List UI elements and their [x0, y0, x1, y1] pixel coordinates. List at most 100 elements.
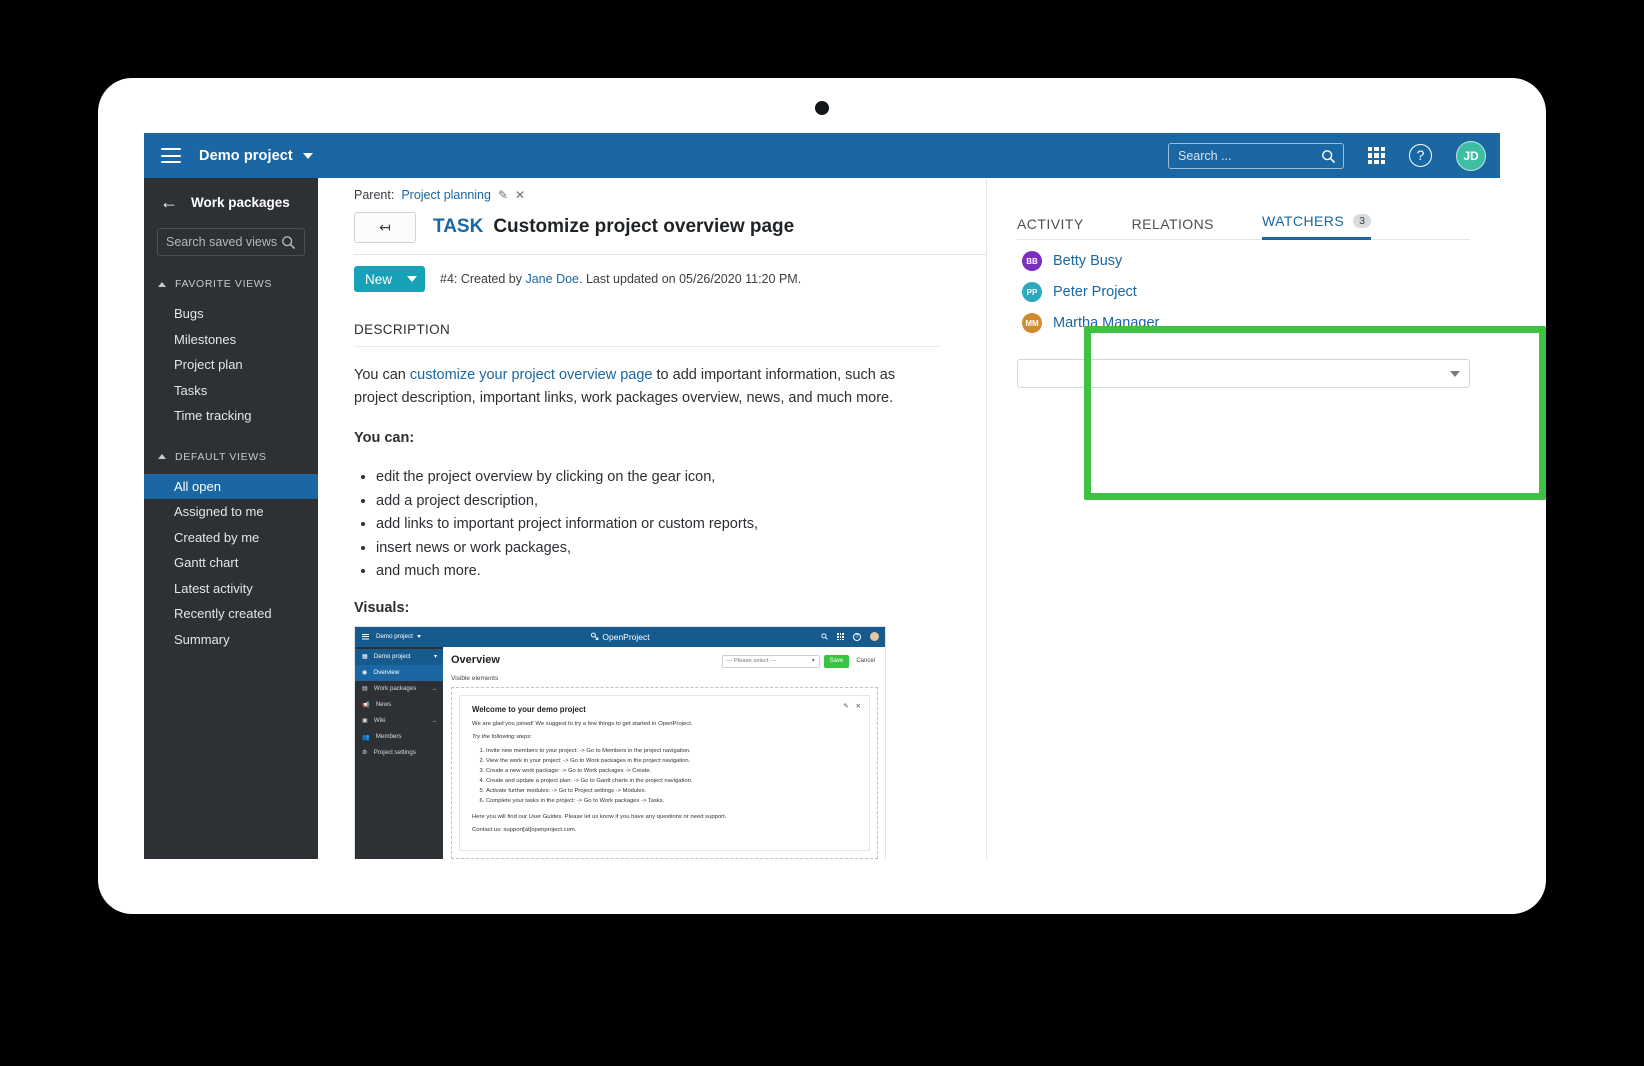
description-bullet-list: edit the project overview by clicking on…: [376, 466, 918, 583]
global-search-input[interactable]: Search ...: [1168, 143, 1344, 169]
embedded-nav-project: ▦ Demo project ▾: [355, 649, 443, 665]
sidebar-item-summary[interactable]: Summary: [144, 627, 318, 653]
sidebar-header: ← Work packages: [144, 178, 318, 226]
status-badge[interactable]: New: [354, 266, 425, 292]
top-bar-actions: Search ... ? JD: [1168, 141, 1500, 171]
tab-bar: ACTIVITY RELATIONS WATCHERS 3 BB Be: [987, 178, 1500, 333]
openproject-logo: OpenProject: [590, 632, 649, 642]
arrow-right-icon: →: [431, 718, 437, 724]
device-camera: [815, 101, 829, 115]
embedded-nav-label: News: [376, 701, 391, 708]
you-can-label: You can:: [354, 427, 918, 450]
sidebar-item-label: Latest activity: [174, 581, 253, 596]
chevron-down-icon: ▾: [434, 653, 437, 660]
embedded-welcome-widget: ✎ ✕ Welcome to your demo project We are …: [459, 695, 870, 851]
customize-overview-link[interactable]: customize your project overview page: [410, 367, 653, 383]
avatar[interactable]: JD: [1456, 141, 1486, 171]
search-saved-views-input[interactable]: Search saved views: [157, 228, 305, 256]
watcher-name[interactable]: Martha Manager: [1053, 315, 1159, 331]
sidebar-item-bugs[interactable]: Bugs: [144, 301, 318, 327]
parent-link[interactable]: Project planning: [401, 188, 491, 202]
embedded-top-bar: Demo project OpenProject: [355, 627, 885, 647]
modules-grid-icon: [837, 633, 844, 640]
embedded-cancel-button: Cancel: [853, 658, 878, 664]
chevron-down-icon: [407, 276, 417, 282]
chevron-down-icon: [1450, 371, 1460, 377]
sidebar-group-favorite-views[interactable]: FAVORITE VIEWS: [144, 267, 318, 301]
tab-relations[interactable]: RELATIONS: [1132, 216, 1214, 240]
sidebar-item-label: Gantt chart: [174, 555, 238, 570]
embedded-nav-project-settings: ⚙ Project settings: [355, 745, 443, 761]
sidebar-item-all-open[interactable]: All open: [144, 474, 318, 500]
sidebar-item-label: Created by me: [174, 530, 259, 545]
embedded-save-button: Save: [824, 655, 850, 668]
wiki-icon: ▣: [362, 717, 368, 724]
work-packages-icon: ▤: [362, 685, 368, 692]
chevron-down-icon: [417, 635, 421, 638]
list-item: Complete your tasks in the project: -> G…: [486, 797, 857, 807]
back-button[interactable]: ↤: [354, 212, 416, 243]
work-package-meta: #4: Created by Jane Doe. Last updated on…: [440, 272, 801, 286]
list-item[interactable]: PP Peter Project: [1017, 271, 1470, 302]
sidebar-item-gantt-chart[interactable]: Gantt chart: [144, 550, 318, 576]
modules-grid-icon[interactable]: [1368, 147, 1385, 164]
sidebar-item-label: Project plan: [174, 357, 243, 372]
avatar: MM: [1022, 313, 1042, 333]
sidebar-item-tasks[interactable]: Tasks: [144, 378, 318, 404]
meta-author-link[interactable]: Jane Doe: [525, 272, 579, 286]
sidebar-group-default-views[interactable]: DEFAULT VIEWS: [144, 440, 318, 474]
sidebar-item-assigned-to-me[interactable]: Assigned to me: [144, 499, 318, 525]
openproject-logo-text: OpenProject: [602, 632, 649, 642]
list-item: edit the project overview by clicking on…: [376, 466, 918, 489]
widget-actions: ✎ ✕: [843, 702, 861, 710]
sidebar-item-project-plan[interactable]: Project plan: [144, 352, 318, 378]
sidebar-item-label: Tasks: [174, 383, 207, 398]
sidebar-group-label: DEFAULT VIEWS: [175, 451, 267, 463]
close-icon[interactable]: ✕: [515, 188, 525, 202]
arrow-right-icon: →: [431, 686, 437, 692]
add-watcher-select[interactable]: [1017, 359, 1470, 388]
embedded-toolbar: --- Please select --- ▾ Save Cancel: [722, 655, 878, 668]
members-icon: 👥: [362, 733, 370, 741]
search-placeholder: Search ...: [1169, 149, 1232, 163]
list-item[interactable]: MM Martha Manager: [1017, 302, 1470, 333]
list-item: View the work in your project: -> Go to …: [486, 757, 857, 767]
embedded-nav-news: 📢 News: [355, 697, 443, 713]
tab-activity[interactable]: ACTIVITY: [1017, 216, 1084, 240]
arrow-left-icon[interactable]: ←: [160, 193, 178, 211]
hamburger-icon[interactable]: [161, 148, 181, 163]
embedded-select-value: --- Please select ---: [727, 658, 776, 664]
sidebar-item-recently-created[interactable]: Recently created: [144, 601, 318, 627]
tab-label: WATCHERS: [1262, 213, 1344, 229]
list-item: Create a new work package: -> Go to Work…: [486, 767, 857, 777]
sidebar-item-created-by-me[interactable]: Created by me: [144, 525, 318, 551]
sidebar-item-milestones[interactable]: Milestones: [144, 327, 318, 353]
meta-suffix: . Last updated on 05/26/2020 11:20 PM.: [579, 272, 801, 286]
chevron-down-icon: ▾: [812, 658, 815, 664]
watcher-name[interactable]: Betty Busy: [1053, 253, 1122, 269]
embedded-main: Overview --- Please select --- ▾ Save Ca…: [443, 647, 885, 859]
embedded-nav-label: Members: [376, 733, 402, 740]
user-avatar-icon: [870, 632, 879, 641]
settings-icon: ⚙: [362, 749, 368, 756]
embedded-sidebar: ▦ Demo project ▾ ◉ Overview ▤ Work packa…: [355, 647, 443, 859]
sidebar-item-latest-activity[interactable]: Latest activity: [144, 576, 318, 602]
tabs: ACTIVITY RELATIONS WATCHERS 3: [1017, 205, 1470, 240]
sidebar-item-time-tracking[interactable]: Time tracking: [144, 403, 318, 429]
news-icon: 📢: [362, 701, 370, 709]
embedded-widget-contact: Contact us: support[at]openproject.com.: [472, 826, 857, 835]
grid-icon: ▦: [362, 653, 368, 660]
chevron-down-icon[interactable]: [303, 153, 313, 159]
pencil-icon[interactable]: ✎: [498, 188, 508, 202]
project-name-label[interactable]: Demo project: [199, 148, 293, 164]
description-paragraph: You can customize your project overview …: [354, 364, 918, 411]
sidebar-title: Work packages: [191, 195, 290, 210]
list-item[interactable]: BB Betty Busy: [1017, 240, 1470, 271]
watcher-name[interactable]: Peter Project: [1053, 284, 1137, 300]
description-body: You can customize your project overview …: [318, 347, 918, 584]
tab-watchers[interactable]: WATCHERS 3: [1262, 213, 1371, 240]
embedded-widget-intro: We are glad you joined! We suggest to tr…: [472, 720, 857, 729]
hamburger-icon: [362, 634, 369, 640]
help-icon[interactable]: ?: [1409, 144, 1432, 167]
embedded-nav-members: 👥 Members: [355, 729, 443, 745]
